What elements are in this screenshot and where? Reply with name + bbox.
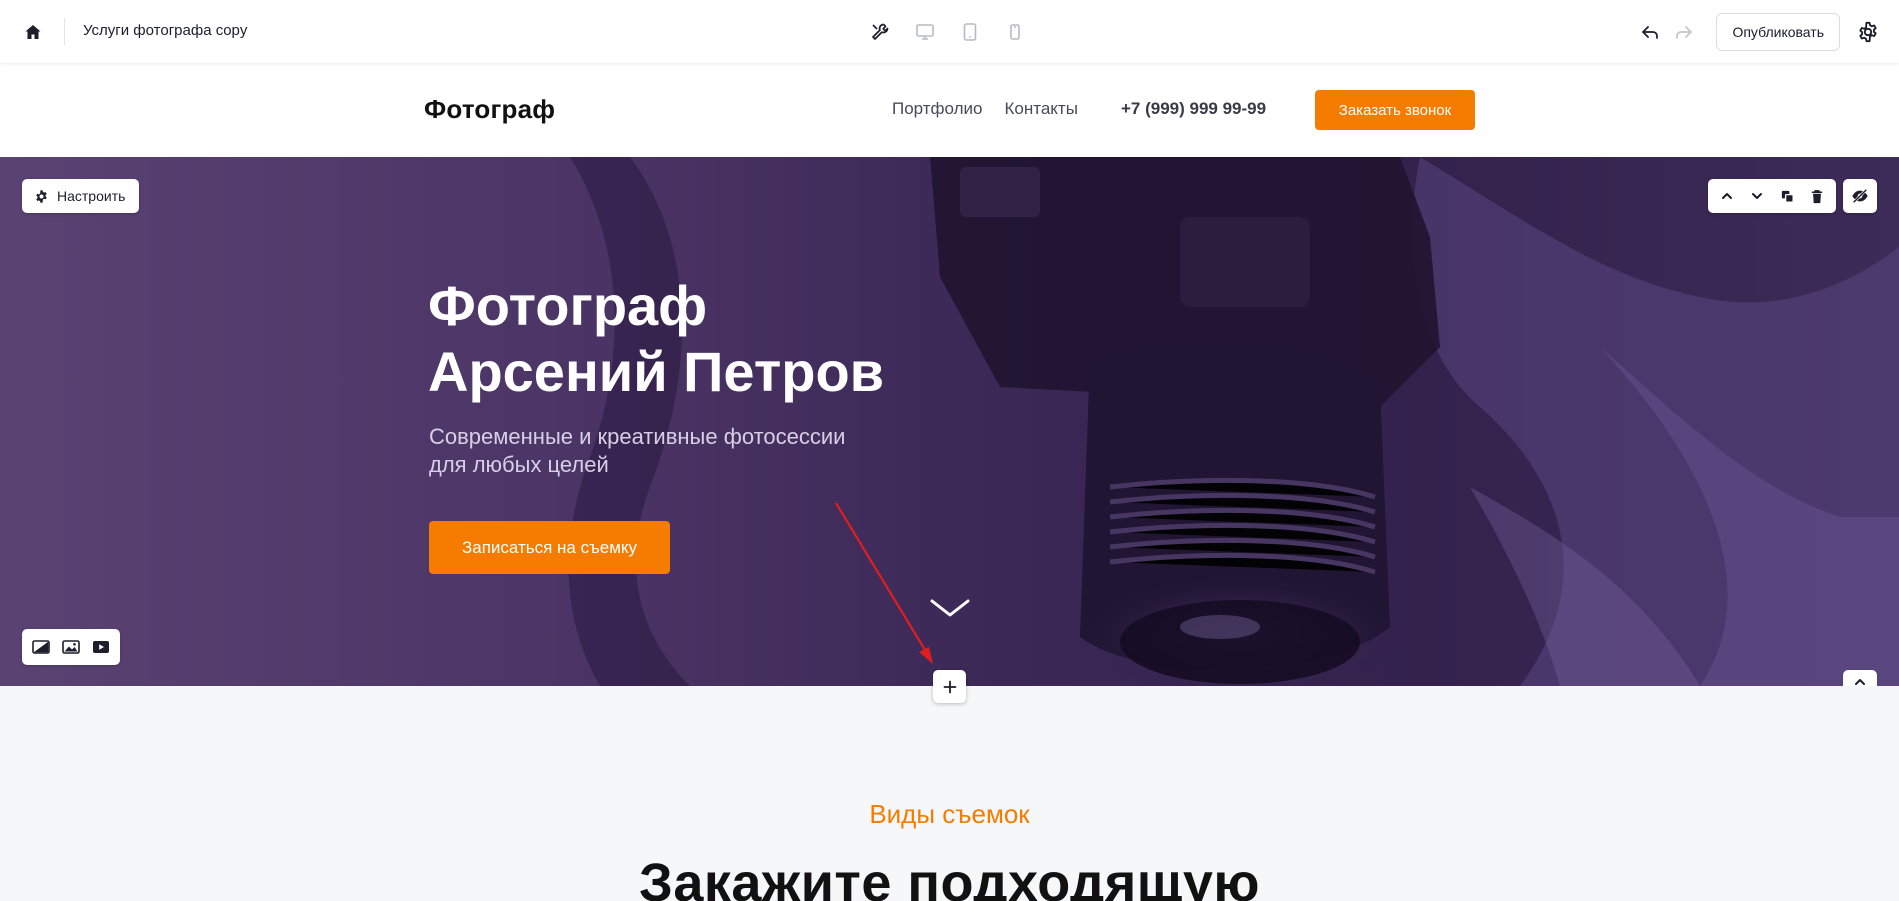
- resize-height-icon[interactable]: [1843, 670, 1877, 686]
- chevron-down-icon[interactable]: [929, 597, 971, 621]
- background-image-icon[interactable]: [58, 634, 84, 660]
- hide-block-icon[interactable]: [1843, 179, 1877, 213]
- mobile-icon[interactable]: [1001, 18, 1029, 46]
- gear-icon[interactable]: [1855, 19, 1881, 45]
- book-shoot-button[interactable]: Записаться на съемку: [429, 521, 670, 574]
- toolbar-divider: [64, 18, 65, 45]
- hero-title: Фотограф Арсений Петров: [428, 273, 884, 405]
- background-video-icon[interactable]: [88, 634, 114, 660]
- move-down-icon[interactable]: [1744, 183, 1770, 209]
- move-up-icon[interactable]: [1714, 183, 1740, 209]
- desktop-icon[interactable]: [911, 18, 939, 46]
- home-icon[interactable]: [20, 19, 46, 45]
- tablet-icon[interactable]: [956, 18, 984, 46]
- hero-subtitle-line: Современные и креативные фотосессии: [429, 424, 846, 449]
- undo-icon[interactable]: [1637, 19, 1663, 45]
- hero-subtitle-line: для любых целей: [429, 452, 609, 477]
- plus-icon: [943, 680, 956, 693]
- section-kicker: Виды съемок: [869, 799, 1030, 829]
- device-switcher: [866, 18, 1029, 46]
- hero-section: Настроить Фотограф Арсений Петров Соврем…: [0, 157, 1899, 686]
- block-toolbar: [1708, 179, 1836, 213]
- tools-icon[interactable]: [866, 18, 894, 46]
- redo-icon[interactable]: [1671, 19, 1697, 45]
- hero-subtitle: Современные и креативные фотосессии для …: [429, 423, 845, 479]
- add-block-button[interactable]: [933, 670, 966, 703]
- site-header: Фотограф Портфолио Контакты +7 (999) 999…: [0, 63, 1899, 157]
- order-call-button[interactable]: Заказать звонок: [1315, 90, 1475, 130]
- site-name: Услуги фотографа copy: [83, 22, 248, 39]
- nav-item-portfolio[interactable]: Портфолио: [892, 99, 982, 119]
- gear-icon: [36, 189, 47, 203]
- configure-label: Настроить: [57, 188, 126, 204]
- hero-title-line: Фотограф: [428, 274, 708, 337]
- site-logo[interactable]: Фотограф: [424, 94, 555, 125]
- shoot-types-section: Виды съемок Закажите подходящую: [0, 686, 1899, 901]
- editor-toolbar: Услуги фотографа copy Опубликовать: [0, 0, 1899, 63]
- configure-block-button[interactable]: Настроить: [22, 179, 140, 213]
- phone-number[interactable]: +7 (999) 999 99-99: [1121, 99, 1266, 119]
- trash-icon[interactable]: [1804, 183, 1830, 209]
- nav-item-contacts[interactable]: Контакты: [1004, 99, 1077, 119]
- duplicate-icon[interactable]: [1774, 183, 1800, 209]
- hero-title-line: Арсений Петров: [428, 340, 885, 403]
- main-nav: Портфолио Контакты: [892, 99, 1078, 119]
- background-toolbar: [22, 629, 120, 665]
- section-title: Закажите подходящую: [638, 853, 1260, 901]
- publish-button[interactable]: Опубликовать: [1716, 13, 1840, 51]
- background-color-icon[interactable]: [28, 634, 54, 660]
